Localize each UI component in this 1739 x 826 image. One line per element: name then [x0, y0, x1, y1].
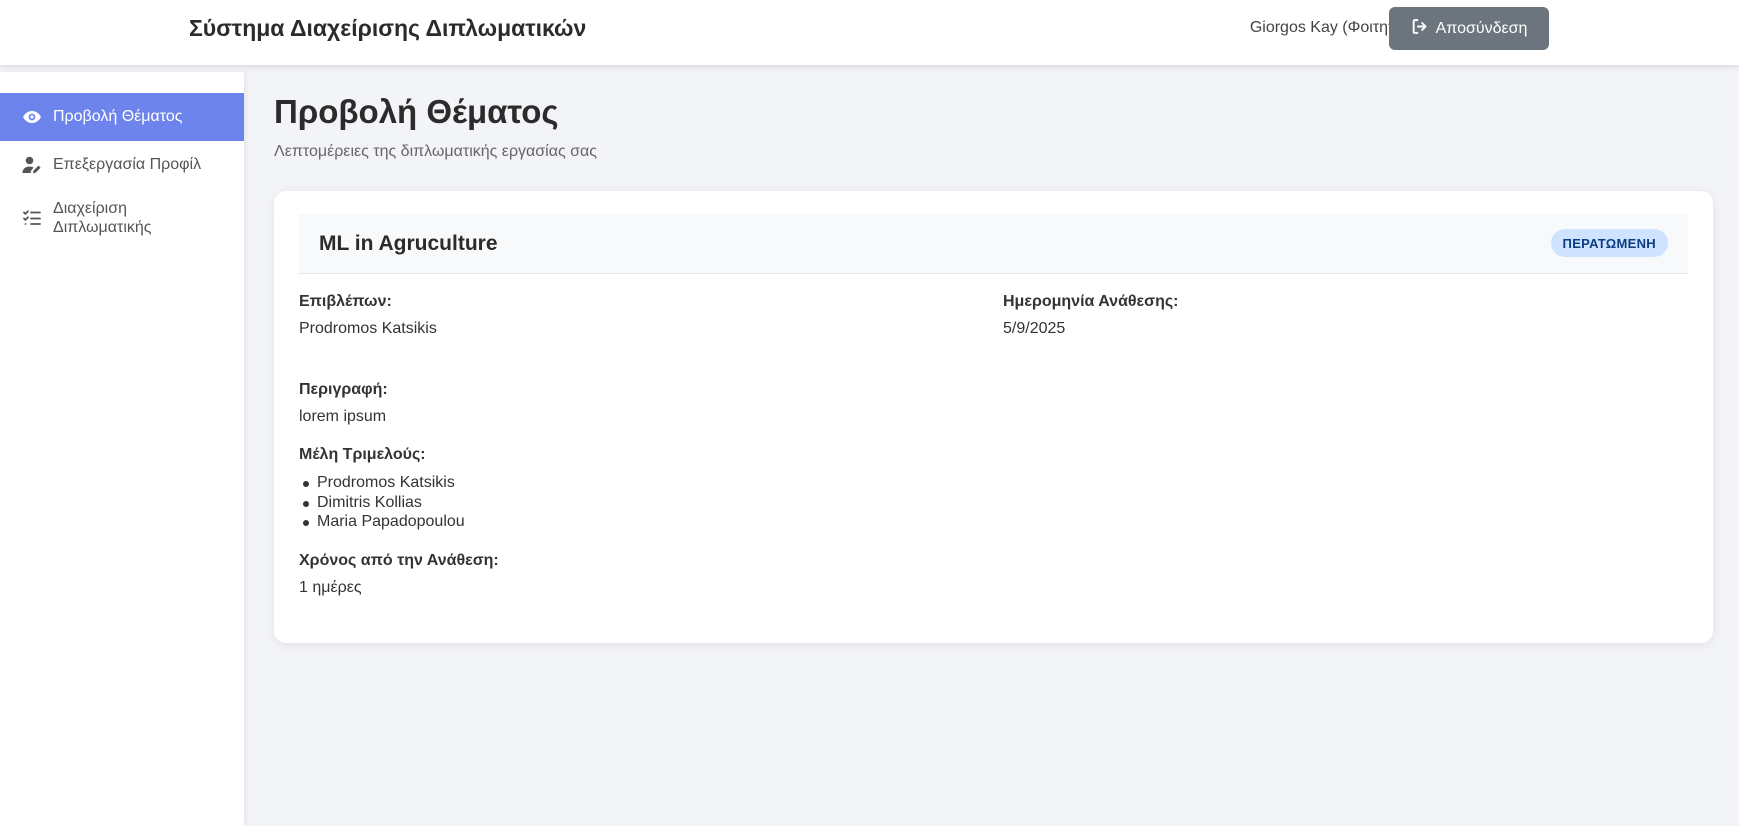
committee-list: Prodromos Katsikis Dimitris Kollias Mari… [299, 473, 465, 532]
description-value: lorem ipsum [299, 408, 387, 425]
page-subtitle: Λεπτομέρειες της διπλωματικής εργασίας σ… [274, 143, 597, 160]
page-title: Προβολή Θέματος [274, 93, 559, 130]
assign-date-value: 5/9/2025 [1003, 320, 1066, 337]
eye-icon [21, 106, 43, 128]
description-label: Περιγραφή: [299, 381, 388, 398]
sidebar-item-manage-thesis[interactable]: Διαχείριση Διπλωματικής [0, 189, 244, 247]
sidebar-item-label: Προβολή Θέματος [53, 108, 183, 125]
supervisor-value: Prodromos Katsikis [299, 320, 437, 337]
elapsed-value: 1 ημέρες [299, 579, 362, 596]
assign-date-label: Ημερομηνία Ανάθεσης: [1003, 293, 1179, 310]
elapsed-label: Χρόνος από την Ανάθεση: [299, 552, 499, 569]
sidebar: Προβολή Θέματος Επεξεργασία Προφίλ Διαχε… [0, 72, 244, 826]
app-title: Σύστημα Διαχείρισης Διπλωματικών [189, 15, 587, 41]
logout-button[interactable]: Αποσύνδεση [1389, 7, 1549, 50]
list-item: Prodromos Katsikis [299, 473, 465, 493]
committee-label: Μέλη Τριμελούς: [299, 446, 426, 463]
sidebar-item-label: Επεξεργασία Προφίλ [53, 156, 202, 173]
thesis-card: ML in Agruculture ΠΕΡΑΤΩΜΕΝΗ Επιβλέπων: … [274, 191, 1713, 643]
sidebar-item-view-topic[interactable]: Προβολή Θέματος [0, 93, 244, 141]
sign-out-icon [1411, 18, 1428, 40]
list-item: Maria Papadopoulou [299, 512, 465, 532]
tasks-list-icon [21, 207, 43, 229]
sidebar-item-label: Διαχείριση Διπλωματικής [53, 200, 152, 236]
user-edit-icon [21, 154, 43, 176]
list-item: Dimitris Kollias [299, 493, 465, 513]
thesis-title: ML in Agruculture [319, 232, 498, 255]
top-header: Σύστημα Διαχείρισης Διπλωματικών Giorgos… [0, 0, 1739, 65]
status-badge: ΠΕΡΑΤΩΜΕΝΗ [1550, 229, 1668, 257]
sidebar-item-edit-profile[interactable]: Επεξεργασία Προφίλ [0, 141, 244, 189]
thesis-card-header: ML in Agruculture ΠΕΡΑΤΩΜΕΝΗ [299, 214, 1688, 274]
supervisor-label: Επιβλέπων: [299, 293, 392, 310]
logout-label: Αποσύνδεση [1435, 19, 1528, 37]
